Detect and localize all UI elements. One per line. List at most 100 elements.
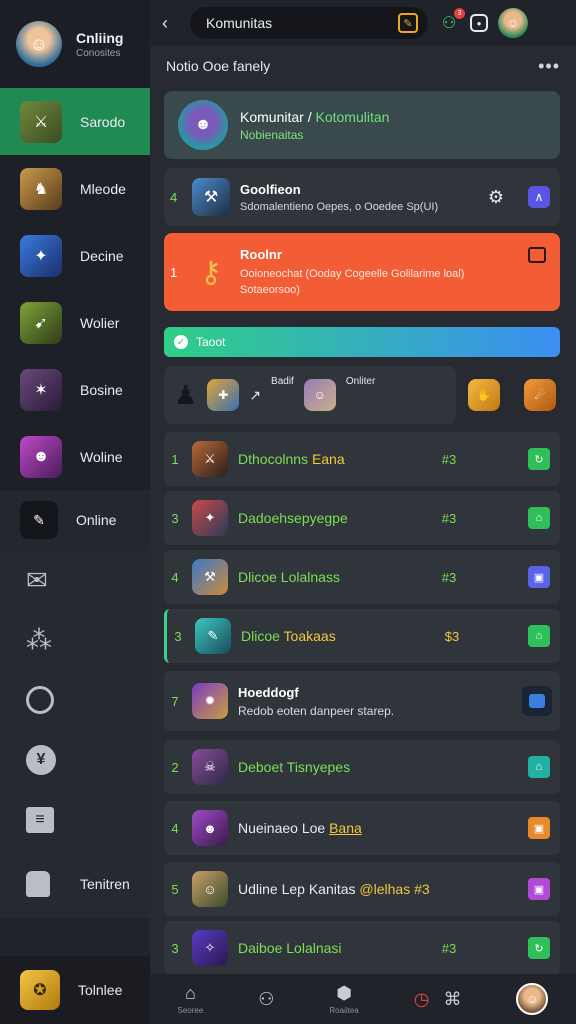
search-value: Komunitas	[206, 15, 273, 31]
list-item[interactable]: 3 ✧ Daiboe Lolalnasi #3 ↻	[164, 921, 560, 975]
sidebar-item-label: Mleode	[80, 180, 126, 197]
game-avatar: ☻	[20, 435, 62, 478]
strip-label-a: Badif	[271, 376, 294, 387]
app-root: ☺ Cnliing Conosites ⚔ Sarodo ♞ Mleode ✦ …	[0, 0, 576, 1024]
game-avatar: ⚷	[200, 255, 222, 289]
camera-icon[interactable]: ●	[470, 14, 488, 32]
list-item[interactable]: 3 ✦ Dadoehsepyegpe #3 ⌂	[164, 491, 560, 545]
sidebar-item-bosine[interactable]: ✶ Bosine	[0, 356, 150, 423]
settings-icon[interactable]: ⚙	[488, 187, 504, 208]
sidebar-item-label: Wolier	[80, 314, 120, 331]
list-item[interactable]: 5 ☺ Udline Lep Kanitas @lelhas #3 ▣	[164, 862, 560, 916]
rank-number: 4	[170, 189, 178, 205]
nav-profile-avatar[interactable]: ☺	[516, 983, 549, 1015]
nav-friends[interactable]: ⚇	[258, 989, 274, 1010]
more-icon[interactable]: •••	[538, 56, 560, 77]
sidebar-item-sarodo[interactable]: ⚔ Sarodo	[0, 88, 150, 155]
user-avatar[interactable]: ☺	[16, 21, 62, 67]
sidebar-item-decine[interactable]: ✦ Decine	[0, 222, 150, 289]
sidebar-item-profile[interactable]	[0, 670, 150, 730]
rank-number: 1	[171, 451, 179, 467]
friends-icon[interactable]: ⚇ 3	[438, 8, 465, 34]
action-button[interactable]: ⌂	[528, 507, 550, 529]
sidebar-item-mleode[interactable]: ♞ Mleode	[0, 155, 150, 222]
sidebar-item-community[interactable]: ⁂	[0, 610, 150, 670]
clock-icon: ◷	[413, 988, 430, 1009]
home-icon: ⌂	[184, 983, 196, 1003]
banner-label: Taoot	[196, 335, 226, 349]
quick-strip: ♟ ✚ ↗ Badif ☺ Onliter ✋ ☄	[164, 366, 560, 424]
chat-button[interactable]	[522, 686, 552, 716]
quick-avatar-b[interactable]: ☺	[303, 379, 336, 411]
sidebar-footer[interactable]: ✪ Tolnlee	[0, 956, 150, 1024]
list-item[interactable]: 4 ⚒ Dlicoe Lolalnass #3 ▣	[164, 550, 560, 604]
sidebar-item-label: Woline	[80, 448, 123, 465]
filter-banner[interactable]: ✓ Taoot	[164, 327, 560, 357]
row-name: Daiboe Lolalnasi	[238, 940, 342, 956]
hot-subtitle: Ooioneochat (Ooday Cogeelle Golilarime l…	[240, 267, 465, 296]
sidebar-item-tenitren[interactable]: Tenitren	[0, 850, 150, 918]
community-title: Komunitar / Kotomulitan	[240, 108, 390, 125]
row-count: #3	[441, 569, 457, 585]
rank-number: 3	[171, 940, 179, 956]
row-count: $3	[444, 628, 460, 644]
row-name: Dlicoe Lolalnass	[238, 569, 340, 585]
detail-row[interactable]: 7 ✹ Hoeddogf Redob eoten danpeer starep.	[164, 671, 560, 731]
profile-avatar[interactable]: ☺	[498, 8, 528, 38]
sidebar-item-wolier[interactable]: ➹ Wolier	[0, 289, 150, 356]
rank-number: 3	[171, 510, 179, 526]
sidebar-item-mail[interactable]: ✉	[0, 550, 150, 610]
rank-number: 4	[171, 820, 179, 836]
hot-title: Roolnr	[240, 246, 282, 262]
row-name: Dlicoe Toakaas	[241, 628, 336, 644]
game-avatar: ✎	[20, 501, 58, 539]
action-button[interactable]: ▣	[528, 878, 550, 900]
rank-number: 3	[174, 628, 182, 644]
list-item-selected[interactable]: 3 ✎ Dlicoe Toakaas $3 ⌂	[164, 609, 560, 663]
rank-number: 1	[170, 264, 178, 280]
sidebar-item-online[interactable]: ✎ Online	[0, 490, 150, 550]
action-button[interactable]: ⌂	[528, 625, 550, 647]
back-arrow-icon[interactable]: ‹	[162, 13, 180, 34]
row-count: #3	[441, 451, 457, 467]
nav-clock[interactable]: ◷ ⌘	[414, 989, 462, 1010]
list-item[interactable]: 2 ☠ Deboet Tisnyepes ⌂	[164, 740, 560, 794]
nav-shop[interactable]: ⬢ Roaiitea	[329, 983, 358, 1015]
action-button[interactable]: ▣	[528, 817, 550, 839]
check-icon: ✓	[174, 335, 188, 349]
hot-card[interactable]: 1 ⚷ Roolnr Ooioneochat (Ooday Cogeelle G…	[164, 233, 560, 311]
action-button[interactable]: ⌂	[528, 756, 550, 778]
rank-number: 2	[171, 759, 179, 775]
spy-icon[interactable]: ♟	[174, 380, 197, 411]
list-item[interactable]: 1 ⚔ Dthocolnns Eana #3 ↻	[164, 432, 560, 486]
pinned-card[interactable]: 4 ⚒ Goolfieon Sdomalentieno Oepes, o Ooe…	[164, 168, 560, 226]
sidebar-item-yen[interactable]: ¥	[0, 730, 150, 790]
rank-number: 5	[171, 881, 179, 897]
quick-avatar-a[interactable]: ✚	[207, 379, 240, 411]
strip-label-b: Onliter	[345, 376, 376, 387]
nav-home[interactable]: ⌂ Seoree	[177, 983, 203, 1015]
search-input[interactable]: Komunitas ✎	[190, 7, 428, 39]
sidebar-item-label: Online	[76, 512, 117, 528]
sidebar-item-list[interactable]: ≡	[0, 790, 150, 850]
community-card[interactable]: ☻ Komunitar / Kotomulitan Nobienaitas	[164, 91, 560, 159]
quick-avatar-d[interactable]: ☄	[524, 379, 556, 411]
sidebar-footer-label: Tolnlee	[78, 982, 123, 998]
action-button[interactable]: ↻	[528, 448, 550, 470]
quick-avatar-c[interactable]: ✋	[468, 379, 500, 411]
up-icon[interactable]: ∧	[528, 186, 550, 208]
game-avatar: ♞	[20, 167, 62, 210]
action-button[interactable]: ▣	[528, 566, 550, 588]
row-name: Dthocolnns Eana	[238, 451, 345, 467]
game-avatar: ☻	[192, 810, 228, 846]
expand-icon[interactable]	[528, 247, 546, 263]
sidebar-header[interactable]: ☺ Cnliing Conosites	[0, 0, 150, 88]
edit-icon[interactable]: ✎	[398, 13, 418, 33]
list-icon: ≡	[26, 807, 54, 833]
detail-subtitle: Redob eoten danpeer starep.	[238, 703, 395, 718]
sidebar-item-woline[interactable]: ☻ Woline	[0, 423, 150, 490]
chat-icon	[529, 694, 545, 708]
community-subtitle: Nobienaitas	[240, 127, 304, 142]
list-item[interactable]: 4 ☻ Nueinaeo Loe Bana ▣	[164, 801, 560, 855]
action-button[interactable]: ↻	[528, 937, 550, 959]
